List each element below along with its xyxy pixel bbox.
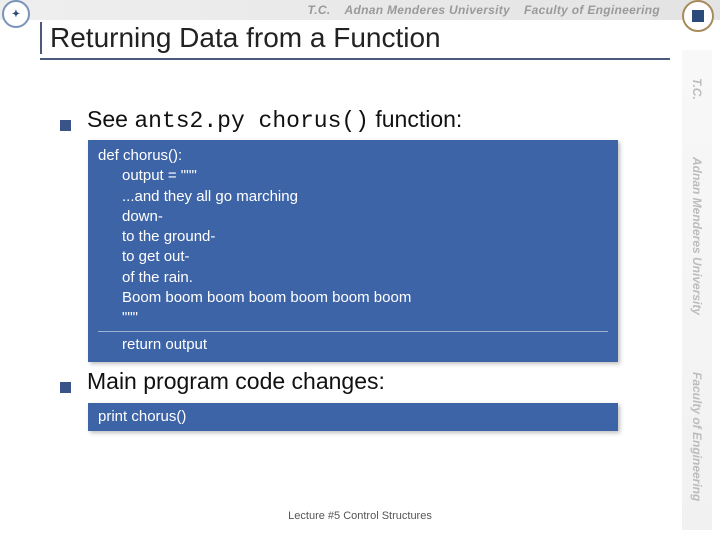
code-block-2: print chorus() bbox=[88, 403, 618, 431]
page-title: Returning Data from a Function bbox=[50, 22, 670, 54]
bullet-icon bbox=[60, 120, 71, 131]
bullet-1-text: See ants2.py chorus() function: bbox=[87, 106, 462, 134]
c1-l2: output = """ bbox=[98, 166, 608, 186]
title-bar: Returning Data from a Function bbox=[40, 22, 670, 60]
header-univ: Adnan Menderes University bbox=[345, 3, 511, 17]
bullet-row-1: See ants2.py chorus() function: bbox=[60, 106, 640, 134]
side-fac: Faculty of Engineering bbox=[690, 366, 704, 507]
c1-l5: to the ground- bbox=[98, 227, 608, 247]
crest-icon bbox=[692, 10, 704, 22]
c1-l10: return output bbox=[98, 335, 608, 355]
title-inner: Returning Data from a Function bbox=[40, 22, 670, 54]
bullet-icon bbox=[60, 382, 71, 393]
c1-l8: Boom boom boom boom boom boom boom bbox=[98, 288, 608, 308]
side-tc: T.C. bbox=[690, 72, 704, 106]
logo-left: ✦ bbox=[2, 0, 34, 42]
b1-code2: chorus() bbox=[245, 108, 369, 134]
c2-l1: print chorus() bbox=[98, 407, 608, 427]
side-strip: T.C. Adnan Menderes University Faculty o… bbox=[682, 50, 712, 530]
c1-l6: to get out- bbox=[98, 247, 608, 267]
header-strip: T.C. Adnan Menderes University Faculty o… bbox=[0, 0, 720, 20]
c1-l9: """ bbox=[98, 308, 608, 328]
divider-icon bbox=[98, 331, 608, 332]
shield-icon: ✦ bbox=[2, 0, 30, 28]
c1-l3: ...and they all go marching bbox=[98, 187, 608, 207]
b1-post: function: bbox=[369, 106, 462, 132]
c1-l4: down- bbox=[98, 207, 608, 227]
code-block-1: def chorus(): output = """ ...and they a… bbox=[88, 140, 618, 362]
b1-code1: ants2.py bbox=[134, 108, 244, 134]
c1-l7: of the rain. bbox=[98, 268, 608, 288]
side-univ: Adnan Menderes University bbox=[690, 151, 704, 321]
c1-l1: def chorus(): bbox=[98, 146, 608, 166]
bullet-row-2: Main program code changes: bbox=[60, 368, 640, 395]
footer-text: Lecture #5 Control Structures bbox=[0, 510, 720, 522]
header-fac: Faculty of Engineering bbox=[524, 3, 660, 17]
content-area: See ants2.py chorus() function: def chor… bbox=[60, 100, 640, 431]
b1-pre: See bbox=[87, 106, 134, 132]
header-tc: T.C. bbox=[308, 3, 331, 17]
logo-right bbox=[682, 0, 714, 32]
bullet-2-text: Main program code changes: bbox=[87, 368, 385, 395]
